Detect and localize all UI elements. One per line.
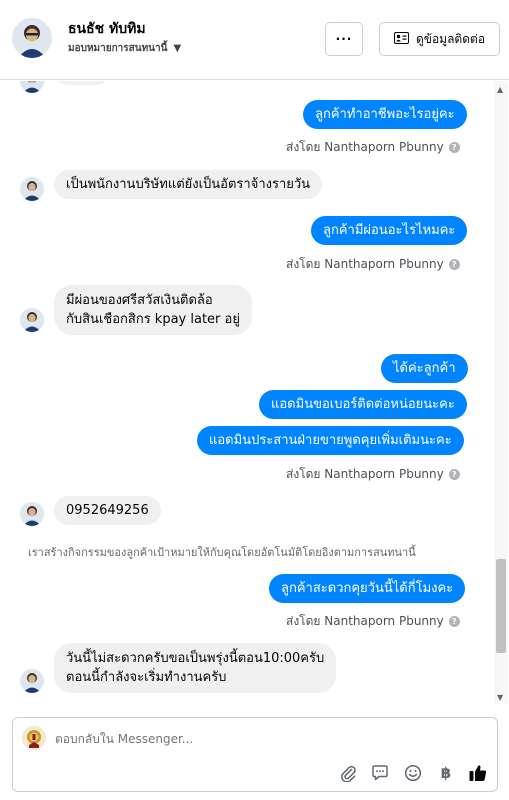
message-bubble-incoming: เป็นพนักงานบริษัทแต่ยังเป็นอัตราจ้างรายว… bbox=[54, 170, 323, 199]
contact-mini-avatar bbox=[20, 669, 44, 693]
conversation-header: ธนธัช ทับทิม มอบหมายการสนทนานี้ ▼ ··· ดู… bbox=[0, 0, 509, 80]
message-bubble-outgoing: ลูกค้าทำอาชีพอะไรอยู่คะ bbox=[303, 100, 467, 129]
contact-name: ธนธัช ทับทิม bbox=[68, 21, 146, 37]
message-bubble-incoming: มีผ่อนของศรีสวัสเงินติดล้อ กับสินเชือกสิ… bbox=[54, 285, 252, 335]
more-icon: ··· bbox=[335, 32, 353, 46]
help-icon[interactable]: ? bbox=[448, 142, 460, 153]
help-icon[interactable]: ? bbox=[448, 469, 460, 480]
message-bubble-outgoing: แอดมินขอเบอร์ติดต่อหน่อยนะคะ bbox=[259, 390, 467, 419]
message-thread: ลูกค้าทำอาชีพอะไรอยู่คะ ส่งโดย Nanthapor… bbox=[0, 81, 509, 704]
contact-mini-avatar bbox=[20, 502, 44, 526]
assign-label: มอบหมายการสนทนานี้ bbox=[68, 43, 168, 54]
message-line: วันนี้ไม่สะดวกครับขอเป็นพรุ่งนี้ตอน10:00… bbox=[66, 651, 325, 666]
message-bubble-outgoing: ได้ค่ะลูกค้า bbox=[381, 354, 468, 383]
more-options-button[interactable]: ··· bbox=[325, 22, 363, 56]
message-bubble-incoming: 0952649256 bbox=[54, 496, 161, 525]
scroll-up-arrow-icon[interactable]: ▲ bbox=[497, 85, 503, 94]
paperclip-icon[interactable] bbox=[337, 762, 359, 784]
help-icon[interactable]: ? bbox=[448, 616, 460, 627]
caret-down-icon: ▼ bbox=[173, 43, 182, 54]
page-avatar bbox=[22, 726, 46, 750]
message-bubble-partial bbox=[54, 81, 110, 85]
thread-scrollbar[interactable]: ▲ ▼ bbox=[494, 81, 508, 704]
system-note: เราสร้างกิจกรรมของลูกค้าเป้าหมายให้กับคุ… bbox=[28, 546, 416, 559]
smiley-icon[interactable] bbox=[402, 762, 424, 784]
thumbs-up-icon[interactable] bbox=[467, 762, 489, 784]
contact-avatar[interactable] bbox=[12, 18, 52, 58]
help-icon[interactable]: ? bbox=[448, 259, 460, 270]
assign-conversation-dropdown[interactable]: มอบหมายการสนทนานี้ ▼ bbox=[68, 41, 181, 56]
sent-by-label: ส่งโดย Nanthaporn Pbunny? bbox=[286, 465, 460, 484]
chat-bubble-icon[interactable] bbox=[369, 762, 391, 784]
contact-mini-avatar bbox=[20, 81, 44, 93]
message-bubble-outgoing: ลูกค้ามีผ่อนอะไรไหมคะ bbox=[311, 216, 468, 245]
contact-card-icon bbox=[393, 31, 409, 47]
baht-icon[interactable]: ฿ bbox=[435, 762, 457, 784]
sent-by-label: ส่งโดย Nanthaporn Pbunny? bbox=[286, 255, 460, 274]
scrollbar-thumb[interactable] bbox=[496, 559, 506, 653]
view-contact-label: ดูข้อมูลติดต่อ bbox=[415, 31, 486, 46]
contact-mini-avatar bbox=[20, 308, 44, 332]
message-line: ตอนนี้กำลังจะเริ่มทำงานครับ bbox=[66, 670, 227, 685]
scroll-down-arrow-icon[interactable]: ▼ bbox=[497, 693, 503, 702]
message-bubble-outgoing: ลูกค้าสะดวกคุยวันนี้ได้กี่โมงคะ bbox=[269, 574, 466, 603]
contact-mini-avatar bbox=[20, 177, 44, 201]
sent-by-label: ส่งโดย Nanthaporn Pbunny? bbox=[286, 612, 460, 631]
reply-composer: ฿ bbox=[12, 717, 498, 792]
message-line: มีผ่อนของศรีสวัสเงินติดล้อ bbox=[66, 293, 213, 308]
message-bubble-incoming: วันนี้ไม่สะดวกครับขอเป็นพรุ่งนี้ตอน10:00… bbox=[54, 643, 337, 693]
sent-by-label: ส่งโดย Nanthaporn Pbunny? bbox=[286, 138, 460, 157]
reply-input[interactable] bbox=[55, 732, 475, 746]
view-contact-button[interactable]: ดูข้อมูลติดต่อ bbox=[379, 22, 500, 56]
message-line: กับสินเชือกสิกร kpay later อยู่ bbox=[66, 312, 240, 327]
message-bubble-outgoing: แอดมินประสานฝ่ายขายพูดคุยเพิ่มเติมนะคะ bbox=[197, 426, 464, 455]
